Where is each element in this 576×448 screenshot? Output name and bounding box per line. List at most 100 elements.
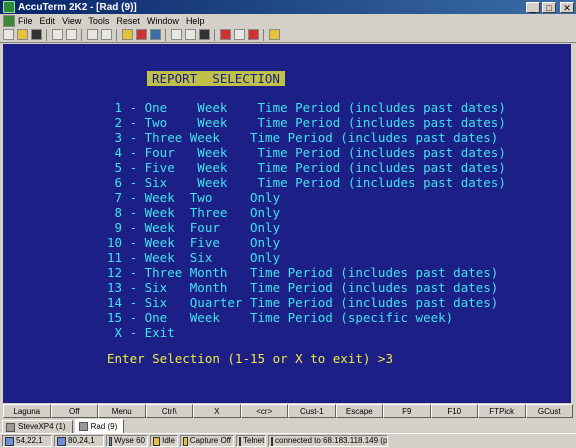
menu-option-10: 10 - Week Five Only <box>107 235 281 250</box>
menu-option-2: 2 - Two Week Time Period (includes past … <box>107 115 506 130</box>
link-icon[interactable] <box>150 29 161 40</box>
menu-option-15: 15 - One Week Time Period (specific week… <box>107 310 454 325</box>
status-screen-size: 80,24,1 <box>54 435 104 447</box>
menu-option-9: 9 - Week Four Only <box>107 220 281 235</box>
status-capture: Capture Off <box>180 435 234 447</box>
menu-help[interactable]: Help <box>186 16 205 26</box>
send-icon[interactable] <box>122 29 133 40</box>
tab-label: Rad (9) <box>90 421 118 431</box>
menu-tools[interactable]: Tools <box>88 16 109 26</box>
help-icon[interactable] <box>269 29 280 40</box>
session-tabs: SteveXP4 (1) Rad (9) <box>0 419 576 434</box>
screen-icon <box>57 436 66 446</box>
menu-window[interactable]: Window <box>147 16 179 26</box>
menu-option-exit: X - Exit <box>107 325 175 340</box>
status-idle: Idle <box>150 435 178 447</box>
status-text: Idle <box>162 436 175 445</box>
toolbar-separator <box>165 28 166 41</box>
status-protocol: Telnet <box>236 435 266 447</box>
terminal-icon <box>109 436 112 446</box>
fkey-f10[interactable]: F10 <box>430 404 478 418</box>
menu-option-1: 1 - One Week Time Period (includes past … <box>107 100 506 115</box>
fkey-f9[interactable]: F9 <box>383 404 431 418</box>
toolbar-separator <box>263 28 264 41</box>
capture-icon <box>183 436 188 446</box>
menu-option-6: 6 - Six Week Time Period (includes past … <box>107 175 506 190</box>
tab-stevexp4[interactable]: SteveXP4 (1) <box>2 420 73 433</box>
title-bar: AccuTerm 2K2 - [Rad (9)] _ □ ✕ <box>0 0 576 14</box>
save-icon[interactable] <box>31 29 42 40</box>
new-icon[interactable] <box>3 29 14 40</box>
maximize-button[interactable]: □ <box>542 1 556 13</box>
terminal-screen[interactable]: REPORT SELECTION 1 - One Week Time Perio… <box>3 44 571 403</box>
session-icon <box>78 422 88 431</box>
toolbar-separator <box>116 28 117 41</box>
selection-prompt: Enter Selection (1-15 or X to exit) >3 <box>107 351 393 366</box>
keyboard-icon[interactable] <box>220 29 231 40</box>
telnet-icon <box>239 436 241 446</box>
close-button[interactable]: ✕ <box>560 1 574 13</box>
fkey-menu[interactable]: Menu <box>98 404 146 418</box>
status-text: connected to 68.183.118.149 (port 23) <box>275 436 388 445</box>
status-text: Wyse 60 <box>113 436 145 445</box>
status-text: 54,22,1 <box>16 436 43 445</box>
screen-icon[interactable] <box>199 29 210 40</box>
fkey-gcust[interactable]: GCust <box>525 404 573 418</box>
tab-label: SteveXP4 (1) <box>18 422 66 431</box>
menu-option-13: 13 - Six Month Time Period (includes pas… <box>107 280 499 295</box>
capture-icon[interactable] <box>234 29 245 40</box>
fkey-escape[interactable]: Escape <box>335 404 383 418</box>
toolbar-separator <box>81 28 82 41</box>
toolbar-separator <box>214 28 215 41</box>
blank-icon[interactable] <box>185 29 196 40</box>
menu-option-8: 8 - Week Three Only <box>107 205 281 220</box>
connection-icon <box>271 436 273 446</box>
fkey-x[interactable]: X <box>193 404 241 418</box>
menu-option-7: 7 - Week Two Only <box>107 190 281 205</box>
settings-icon[interactable] <box>136 29 147 40</box>
menu-file[interactable]: File <box>18 16 33 26</box>
menu-edit[interactable]: Edit <box>40 16 56 26</box>
toolbar <box>0 27 576 43</box>
menu-option-4: 4 - Four Week Time Period (includes past… <box>107 145 506 160</box>
session-icon <box>6 422 15 432</box>
report-selection-header: REPORT SELECTION <box>147 71 285 86</box>
open-icon[interactable] <box>17 29 28 40</box>
menu-option-11: 11 - Week Six Only <box>107 250 281 265</box>
menu-option-3: 3 - Three Week Time Period (includes pas… <box>107 130 499 145</box>
status-text: Capture Off <box>189 436 231 445</box>
status-text: 80,24,1 <box>68 436 95 445</box>
status-emulation: Wyse 60 <box>106 435 148 447</box>
status-bar: 54,22,1 80,24,1 Wyse 60 Idle Capture Off… <box>0 434 576 448</box>
copy-icon[interactable] <box>87 29 98 40</box>
fkey-ctrl-backslash[interactable]: Ctrl\ <box>145 404 193 418</box>
print-icon[interactable] <box>52 29 63 40</box>
status-text: Telnet <box>243 436 265 445</box>
toolbar-separator <box>46 28 47 41</box>
document-icon[interactable] <box>3 14 15 27</box>
paste-icon[interactable] <box>101 29 112 40</box>
menu-view[interactable]: View <box>62 16 81 26</box>
terminal-icon[interactable] <box>171 29 182 40</box>
menu-option-14: 14 - Six Quarter Time Period (includes p… <box>107 295 499 310</box>
status-connection: connected to 68.183.118.149 (port 23) <box>268 435 388 447</box>
fkey-ftpick[interactable]: FTPick <box>478 404 526 418</box>
tab-rad[interactable]: Rad (9) <box>74 419 125 433</box>
fkey-cust-1[interactable]: Cust-1 <box>288 404 336 418</box>
app-icon <box>3 1 15 13</box>
cursor-icon <box>5 436 14 446</box>
print-setup-icon[interactable] <box>66 29 77 40</box>
idle-icon <box>153 436 161 446</box>
transfer-icon[interactable] <box>248 29 259 40</box>
minimize-button[interactable]: _ <box>526 1 540 13</box>
fkey-cr[interactable]: <cr> <box>240 404 288 418</box>
menu-option-5: 5 - Five Week Time Period (includes past… <box>107 160 506 175</box>
menu-bar: File Edit View Tools Reset Window Help <box>0 14 576 27</box>
fkey-laguna[interactable]: Laguna <box>3 404 51 418</box>
function-key-bar: Laguna Off Menu Ctrl\ X <cr> Cust-1 Esca… <box>3 404 573 418</box>
status-cursor-position: 54,22,1 <box>2 435 52 447</box>
window-title: AccuTerm 2K2 - [Rad (9)] <box>18 1 137 13</box>
menu-option-12: 12 - Three Month Time Period (includes p… <box>107 265 499 280</box>
menu-reset[interactable]: Reset <box>116 16 140 26</box>
fkey-off[interactable]: Off <box>50 404 98 418</box>
